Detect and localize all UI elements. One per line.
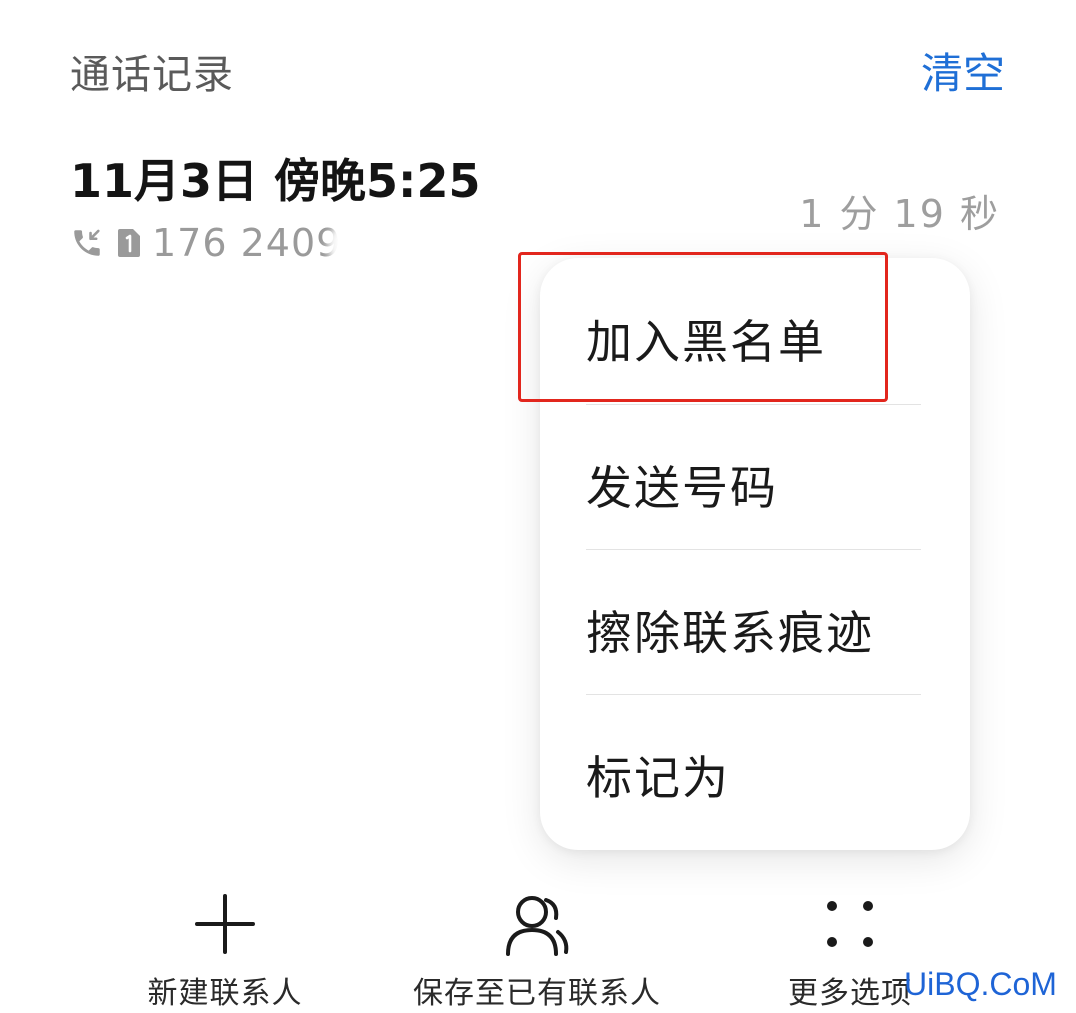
menu-item-erase-traces[interactable]: 擦除联系痕迹 — [540, 549, 970, 695]
menu-item-send-number[interactable]: 发送号码 — [540, 404, 970, 550]
more-dots-icon — [818, 892, 882, 956]
plus-icon — [193, 892, 257, 956]
call-time: 11月3日 傍晚5:25 — [70, 154, 481, 208]
watermark-text: UiBQ.CoM — [904, 966, 1057, 1002]
menu-item-mark-as[interactable]: 标记为 — [540, 694, 970, 840]
save-to-existing-contact-label: 保存至已有联系人 — [413, 976, 661, 1011]
number-redaction-mask — [328, 222, 453, 268]
menu-item-label: 擦除联系痕迹 — [586, 606, 874, 660]
menu-item-label: 加入黑名单 — [586, 315, 826, 369]
save-to-existing-contact-button[interactable]: 保存至已有联系人 — [387, 880, 687, 1013]
menu-item-add-to-blacklist[interactable]: 加入黑名单 — [540, 258, 970, 404]
incoming-call-icon — [70, 226, 104, 260]
menu-item-label: 发送号码 — [586, 461, 778, 515]
phone-number: 176 2409 — [152, 221, 342, 265]
contacts-icon — [502, 892, 572, 958]
page-title: 通话记录 — [70, 52, 234, 98]
menu-item-label: 标记为 — [586, 751, 730, 805]
call-meta: 176 2409 — [70, 215, 341, 271]
call-duration: 1 分 19 秒 — [799, 192, 1000, 236]
clear-button[interactable]: 清空 — [921, 40, 1005, 101]
new-contact-label: 新建联系人 — [147, 976, 303, 1011]
sim-card-1-icon — [116, 227, 142, 259]
new-contact-button[interactable]: 新建联系人 — [75, 880, 375, 1013]
context-menu: 加入黑名单 发送号码 擦除联系痕迹 标记为 — [540, 258, 970, 850]
